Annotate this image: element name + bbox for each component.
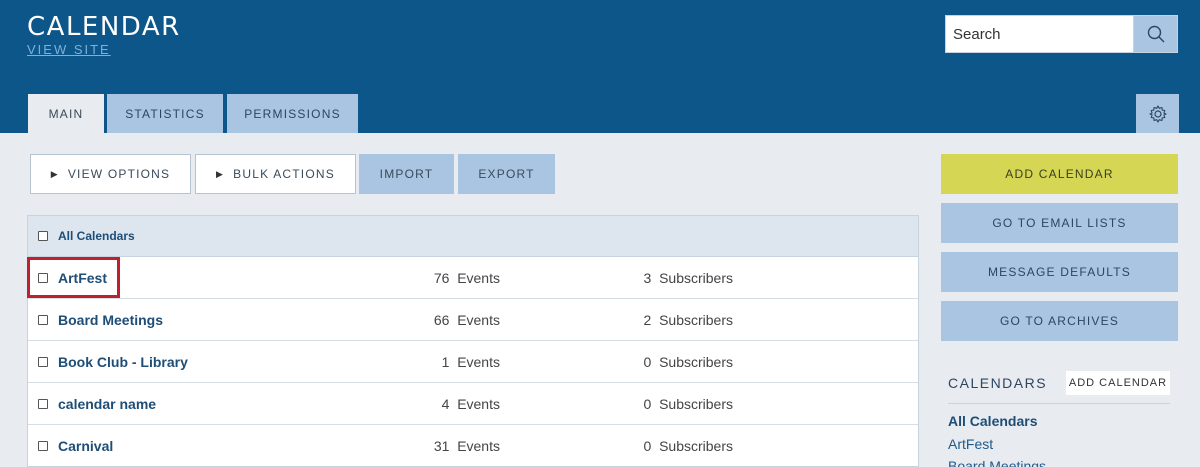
events-count: 1 Events <box>441 353 500 370</box>
all-calendars-header: All Calendars <box>58 229 135 243</box>
table-row: Carnival 31 Events 0 Subscribers <box>28 425 918 466</box>
row-checkbox[interactable] <box>38 272 48 283</box>
email-lists-button[interactable]: GO TO EMAIL LISTS <box>941 203 1178 243</box>
calendar-name-link[interactable]: ArtFest <box>58 270 107 286</box>
tab-main[interactable]: MAIN <box>28 94 104 133</box>
export-button[interactable]: EXPORT <box>458 154 555 194</box>
events-count: 31 Events <box>433 437 500 454</box>
add-calendar-button[interactable]: ADD CALENDAR <box>941 154 1178 194</box>
message-defaults-button[interactable]: MESSAGE DEFAULTS <box>941 252 1178 292</box>
subscribers-count: 3 Subscribers <box>643 269 734 286</box>
calendar-name-link[interactable]: Carnival <box>58 438 113 454</box>
tab-statistics[interactable]: STATISTICS <box>107 94 223 133</box>
play-icon: ▶ <box>50 168 59 179</box>
archives-button[interactable]: GO TO ARCHIVES <box>941 301 1178 341</box>
divider <box>948 403 1170 404</box>
table-row: calendar name 4 Events 0 Subscribers <box>28 383 918 425</box>
view-options-label: VIEW OPTIONS <box>67 167 171 181</box>
gear-icon <box>1148 104 1167 123</box>
row-checkbox[interactable] <box>38 314 48 325</box>
search-icon <box>1147 25 1164 43</box>
table-row: Book Club - Library 1 Events 0 Subscribe… <box>28 341 918 383</box>
tab-permissions[interactable]: PERMISSIONS <box>227 94 358 133</box>
app-header: CALENDAR VIEW SITE MAIN STATISTICS PERMI… <box>0 0 1200 133</box>
sidebar-item-artfest[interactable]: ArtFest <box>948 436 993 452</box>
page-title: CALENDAR <box>27 12 181 42</box>
panel-add-calendar-button[interactable]: ADD CALENDAR <box>1066 371 1170 395</box>
sidebar-item-board-meetings[interactable]: Board Meetings <box>948 458 1046 467</box>
calendar-name-link[interactable]: Book Club - Library <box>58 354 188 370</box>
row-checkbox[interactable] <box>38 356 48 367</box>
table-header: All Calendars <box>28 216 918 257</box>
subscribers-count: 0 Subscribers <box>643 437 734 454</box>
sidebar-item-all-calendars[interactable]: All Calendars <box>948 413 1037 429</box>
calendars-table: All Calendars ArtFest 76 Events 3 Subscr… <box>27 215 919 467</box>
row-checkbox[interactable] <box>38 398 48 409</box>
search-button[interactable] <box>1133 15 1178 53</box>
table-row: ArtFest 76 Events 3 Subscribers <box>28 257 918 299</box>
table-row: Board Meetings 66 Events 2 Subscribers <box>28 299 918 341</box>
settings-button[interactable] <box>1136 94 1179 133</box>
events-count: 4 Events <box>441 395 500 412</box>
calendars-panel-title: CALENDARS <box>948 375 1048 391</box>
calendar-name-link[interactable]: calendar name <box>58 396 156 412</box>
events-count: 76 Events <box>433 269 500 286</box>
subscribers-count: 0 Subscribers <box>643 395 734 412</box>
select-all-checkbox[interactable] <box>38 231 48 241</box>
subscribers-count: 0 Subscribers <box>643 353 734 370</box>
calendar-name-link[interactable]: Board Meetings <box>58 312 163 328</box>
view-options-button[interactable]: ▶ VIEW OPTIONS <box>30 154 191 194</box>
play-icon: ▶ <box>216 168 225 179</box>
bulk-actions-button[interactable]: ▶ BULK ACTIONS <box>195 154 356 194</box>
view-site-link[interactable]: VIEW SITE <box>27 42 111 57</box>
search-input[interactable] <box>945 15 1134 53</box>
subscribers-count: 2 Subscribers <box>643 311 734 328</box>
bulk-actions-label: BULK ACTIONS <box>233 167 335 181</box>
events-count: 66 Events <box>433 311 500 328</box>
row-checkbox[interactable] <box>38 440 48 451</box>
import-button[interactable]: IMPORT <box>359 154 454 194</box>
